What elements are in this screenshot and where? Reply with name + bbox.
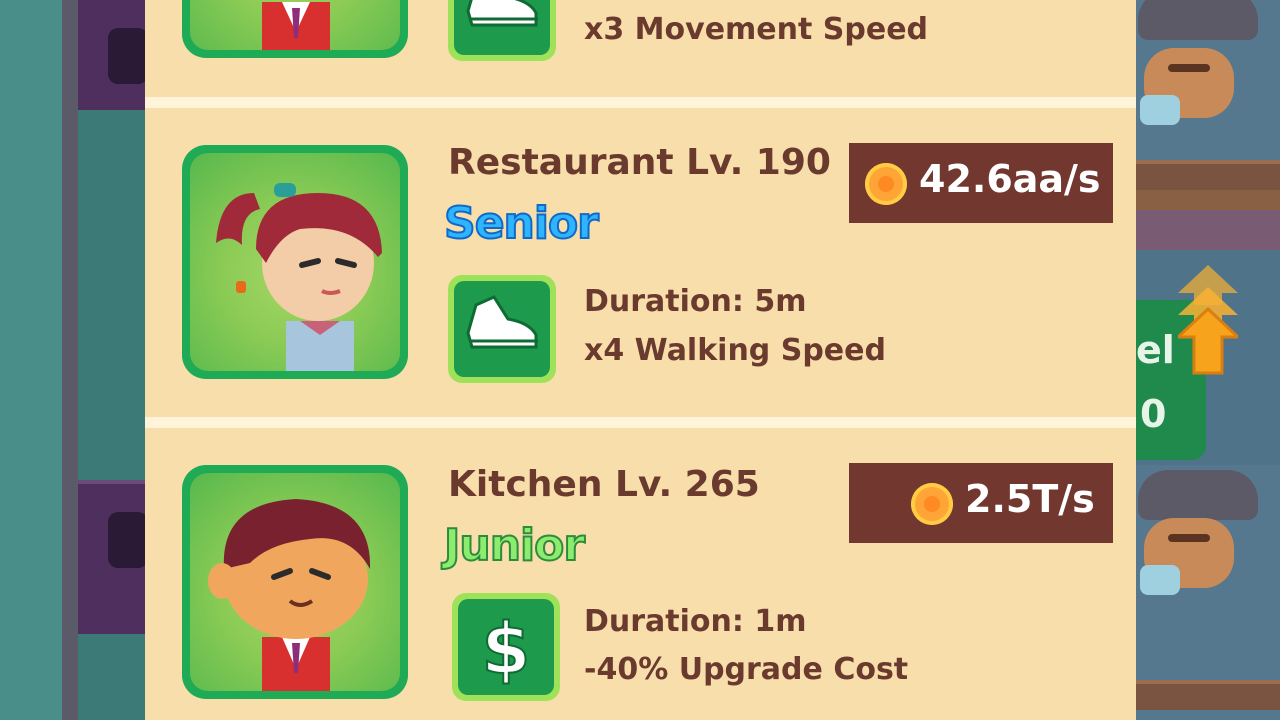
dollar-icon: $ [481, 607, 532, 691]
chef-cup [1140, 565, 1180, 595]
income-rate-box: 2.5T/s [849, 463, 1113, 543]
background-shelf [1136, 160, 1280, 190]
coin-icon [911, 483, 953, 525]
background-left-scene [0, 0, 148, 720]
background-shelf [1136, 680, 1280, 710]
skill-duration-text: Duration: 5m [584, 284, 807, 319]
upgrade-sign-value: 0 [1140, 392, 1167, 436]
background-panel [1136, 190, 1280, 210]
male-manager-portrait [208, 499, 371, 691]
shoe-icon [466, 295, 538, 349]
manager-avatar[interactable] [182, 0, 408, 58]
background-wall [78, 480, 148, 634]
effect-text: x3 Movement Speed [584, 12, 929, 47]
background-floor [78, 110, 145, 480]
coin-icon [865, 163, 907, 205]
manager-avatar[interactable] [182, 145, 408, 379]
avatar-background [190, 473, 400, 691]
skill-icon-box[interactable] [448, 0, 556, 61]
female-manager-portrait [216, 183, 382, 371]
male-manager-portrait [262, 2, 330, 50]
income-rate-value: 2.5T/s [965, 477, 1095, 521]
chef-hat [1138, 470, 1258, 520]
chef-brow [1168, 64, 1210, 72]
upgrade-sign-text: el [1136, 328, 1175, 372]
upgrade-arrow-icon[interactable] [1178, 265, 1238, 375]
background-floor [78, 634, 145, 720]
background-slot [108, 512, 148, 568]
avatar-background [190, 0, 400, 50]
background-pillar [62, 0, 78, 720]
income-rate-box: 42.6aa/s [849, 143, 1113, 223]
effect-text: -40% Upgrade Cost [584, 652, 909, 687]
manager-title: Restaurant Lv. 190 [448, 142, 831, 183]
manager-rank-badge: Junior [443, 519, 586, 572]
chef-cup [1140, 95, 1180, 125]
background-panel [1136, 210, 1280, 250]
manager-title: Kitchen Lv. 265 [448, 464, 760, 505]
effect-text: x4 Walking Speed [584, 333, 886, 368]
svg-text:$: $ [482, 608, 531, 690]
shoe-icon [466, 0, 538, 27]
manager-avatar[interactable] [182, 465, 408, 699]
manager-rank-badge: Senior [443, 197, 600, 250]
chef-brow [1168, 534, 1210, 542]
skill-icon-box[interactable]: $ [452, 593, 560, 701]
row-divider [145, 97, 1136, 108]
background-slot [108, 28, 148, 84]
skill-icon-box[interactable] [448, 275, 556, 383]
avatar-background [190, 153, 400, 371]
chef-hat [1138, 0, 1258, 40]
background-wall [78, 0, 148, 114]
background-strip [0, 0, 62, 720]
skill-duration-text: Duration: 1m [584, 604, 807, 639]
row-divider [145, 417, 1136, 428]
income-rate-value: 42.6aa/s [919, 157, 1101, 201]
